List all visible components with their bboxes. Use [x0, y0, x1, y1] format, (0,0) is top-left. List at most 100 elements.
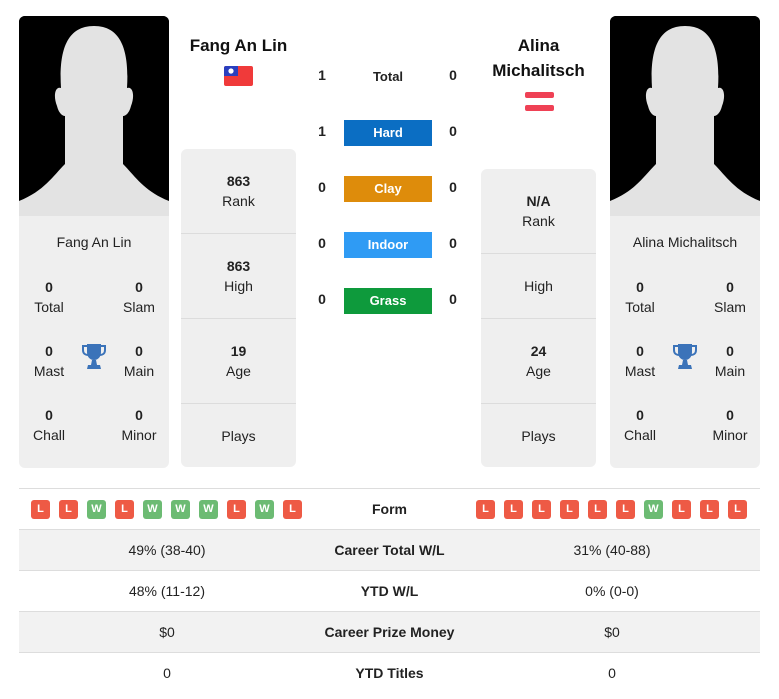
player2-main-titles: 0 Main — [700, 341, 760, 381]
value: 863 — [226, 258, 251, 274]
surface-clay-badge[interactable]: Clay — [344, 176, 432, 202]
player2-rank-panel: N/A Rank High 24 Age Plays — [481, 169, 596, 467]
table-row: 49% (38-40) Career Total W/L 31% (40-88) — [19, 530, 760, 571]
label: Age — [526, 363, 551, 379]
label: Minor — [121, 427, 157, 443]
surface-hard-badge[interactable]: Hard — [344, 120, 432, 146]
trophy-icon — [673, 344, 697, 369]
h2h-total-label: Total — [372, 69, 404, 84]
h2h-total-p1: 1 — [318, 67, 326, 83]
h2h-grass-p2: 0 — [449, 291, 457, 307]
form-win-badge[interactable]: W — [143, 500, 162, 519]
form-loss-badge[interactable]: L — [283, 500, 302, 519]
surface-grass-badge[interactable]: Grass — [344, 288, 432, 314]
player1-name[interactable]: Fang An Lin — [176, 33, 301, 58]
player2-name-line1: Alina — [517, 36, 560, 55]
form-row: LLWLWWWLWL Form LLLLLLWLLL — [19, 489, 760, 530]
value: 0 — [45, 407, 53, 423]
form-label: Form — [372, 501, 407, 517]
player2-value: 0% (0-0) — [585, 583, 639, 599]
form-win-badge[interactable]: W — [171, 500, 190, 519]
form-win-badge[interactable]: W — [199, 500, 218, 519]
player2-total-titles: 0 Total — [610, 277, 670, 317]
h2h-total-p2: 0 — [449, 67, 457, 83]
value: 0 — [45, 279, 53, 295]
player2-photo — [610, 16, 760, 216]
form-loss-badge[interactable]: L — [476, 500, 495, 519]
form-loss-badge[interactable]: L — [672, 500, 691, 519]
player1-high: 863 High — [181, 234, 296, 319]
h2h-indoor-p1: 0 — [318, 235, 326, 251]
taiwan-flag-icon — [224, 66, 253, 86]
table-row: 0 YTD Titles 0 — [19, 653, 760, 694]
player2-plays: Plays — [481, 404, 596, 467]
form-win-badge[interactable]: W — [644, 500, 663, 519]
player2-rank: N/A Rank — [481, 169, 596, 254]
label: Chall — [624, 427, 656, 443]
label: Mast — [33, 363, 65, 379]
form-loss-badge[interactable]: L — [588, 500, 607, 519]
row-label: YTD Titles — [355, 665, 424, 681]
form-loss-badge[interactable]: L — [560, 500, 579, 519]
player1-value: 48% (11-12) — [128, 583, 205, 599]
value: N/A — [526, 193, 551, 209]
form-win-badge[interactable]: W — [255, 500, 274, 519]
form-win-badge[interactable]: W — [87, 500, 106, 519]
value: 0 — [726, 343, 734, 359]
player2-name[interactable]: Alina Michalitsch — [476, 33, 601, 83]
surface-indoor-badge[interactable]: Indoor — [344, 232, 432, 258]
h2h-grass-p1: 0 — [318, 291, 326, 307]
form-loss-badge[interactable]: L — [616, 500, 635, 519]
value: 24 — [530, 343, 547, 359]
player2-value: 31% (40-88) — [573, 542, 651, 558]
label: Main — [123, 363, 155, 379]
silhouette-icon — [19, 16, 169, 216]
player1-card-name: Fang An Lin — [56, 234, 132, 250]
player1-plays: Plays — [181, 404, 296, 467]
form-loss-badge[interactable]: L — [728, 500, 747, 519]
player1-value: 0 — [163, 665, 171, 681]
form-loss-badge[interactable]: L — [115, 500, 134, 519]
form-loss-badge[interactable]: L — [700, 500, 719, 519]
player2-minor-titles: 0 Minor — [700, 405, 760, 445]
label: Plays — [521, 427, 556, 444]
value: 0 — [45, 343, 53, 359]
value: 0 — [135, 279, 143, 295]
form-loss-badge[interactable]: L — [31, 500, 50, 519]
label: Rank — [222, 193, 255, 209]
value: 0 — [135, 407, 143, 423]
row-label: Career Prize Money — [324, 624, 455, 640]
austria-flag-icon — [525, 91, 554, 112]
player1-minor-titles: 0 Minor — [109, 405, 169, 445]
table-row: $0 Career Prize Money $0 — [19, 612, 760, 653]
form-loss-badge[interactable]: L — [227, 500, 246, 519]
label: Age — [226, 363, 251, 379]
player2-titles-card: Alina Michalitsch 0 Total 0 Slam 0 Mast … — [610, 216, 760, 468]
player2-high: High — [481, 254, 596, 319]
player2-name-line2: Michalitsch — [492, 61, 585, 80]
form-loss-badge[interactable]: L — [532, 500, 551, 519]
player1-rank: 863 Rank — [181, 149, 296, 234]
row-label: YTD W/L — [360, 583, 419, 599]
player1-rank-panel: 863 Rank 863 High 19 Age Plays — [181, 149, 296, 467]
h2h-clay-p1: 0 — [318, 179, 326, 195]
table-row: 48% (11-12) YTD W/L 0% (0-0) — [19, 571, 760, 612]
player1-mast-titles: 0 Mast — [19, 341, 79, 381]
row-label: Career Total W/L — [334, 542, 445, 558]
player2-chall-titles: 0 Chall — [610, 405, 670, 445]
form-loss-badge[interactable]: L — [504, 500, 523, 519]
player2-value: $0 — [604, 624, 620, 640]
h2h-clay-p2: 0 — [449, 179, 457, 195]
value: 19 — [230, 343, 247, 359]
label: High — [524, 278, 553, 294]
trophy-icon — [82, 344, 106, 369]
value: 0 — [135, 343, 143, 359]
form-loss-badge[interactable]: L — [59, 500, 78, 519]
label: High — [224, 278, 253, 294]
value: 0 — [726, 407, 734, 423]
player1-value: $0 — [159, 624, 175, 640]
label: Plays — [221, 427, 256, 444]
player1-value: 49% (38-40) — [128, 542, 206, 558]
silhouette-icon — [610, 16, 760, 216]
player2-slam-titles: 0 Slam — [700, 277, 760, 317]
